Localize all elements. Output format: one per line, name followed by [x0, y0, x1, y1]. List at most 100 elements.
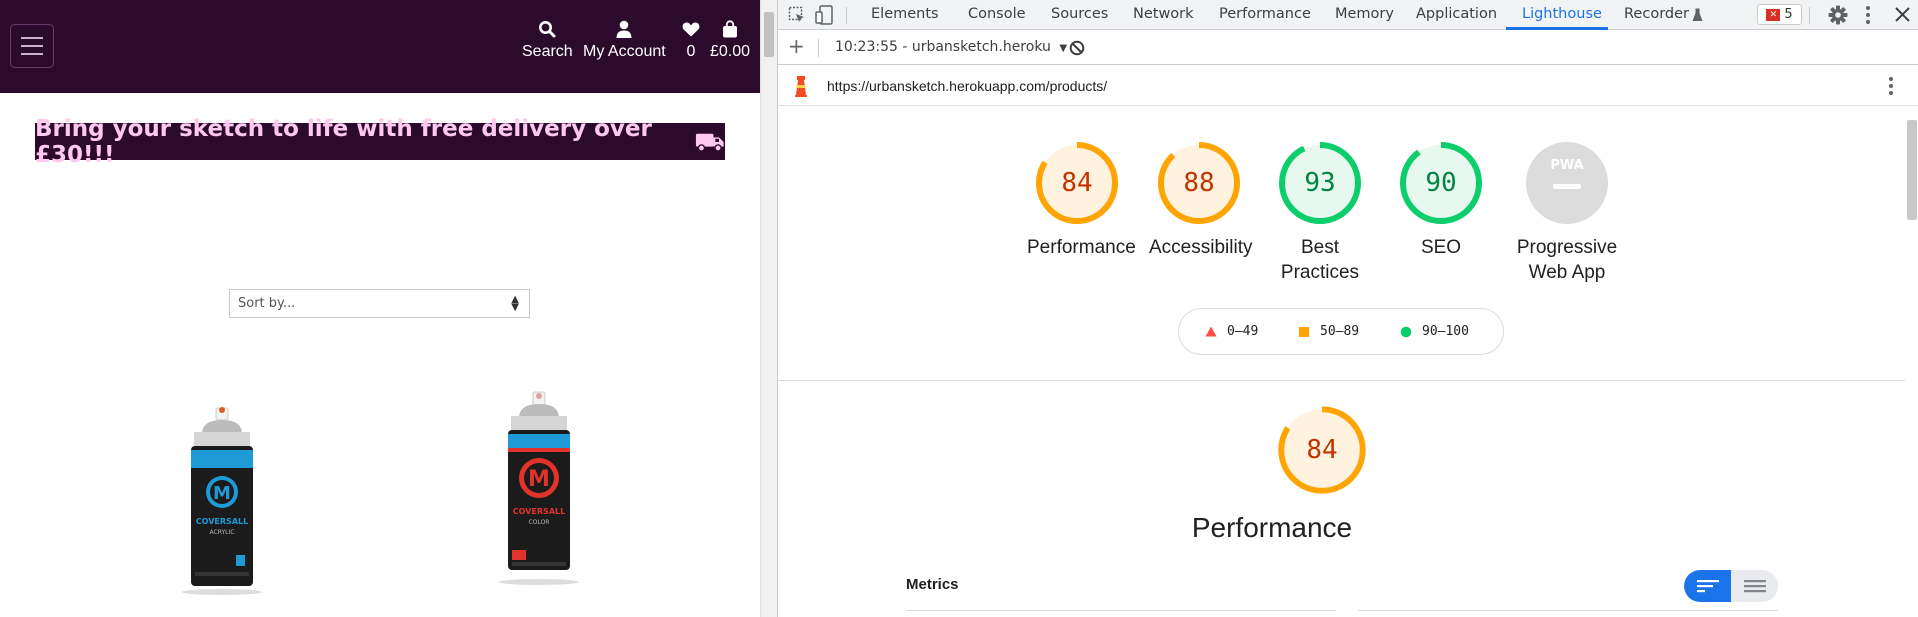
spray-can-image: M COVERSALL ACRYLIC — [182, 407, 262, 595]
gauge-score: 88 — [1183, 168, 1215, 198]
metrics-view-toggle[interactable] — [1684, 570, 1778, 602]
tab-performance[interactable]: Performance — [1219, 6, 1311, 22]
error-count: 5 — [1784, 7, 1793, 22]
section-gauge-performance: 84 — [1272, 405, 1372, 495]
report-select-value: 10:23:55 - urbansketch.heroku — [835, 39, 1051, 55]
bag-total: £0.00 — [710, 43, 751, 60]
product-variant-text: COLOR — [529, 519, 550, 526]
inspect-element-icon[interactable] — [788, 6, 806, 24]
report-scrollbar-thumb[interactable] — [1907, 120, 1917, 220]
sort-select-value: Sort by... — [238, 296, 296, 311]
product-brand-text: COVERSALL — [196, 517, 248, 526]
gauge-label: Performance — [1027, 237, 1136, 258]
toolbar-divider — [818, 39, 819, 57]
error-icon: ✕ — [1766, 8, 1781, 21]
gauge-label: Accessibility — [1149, 237, 1253, 258]
devtools-panel: Elements Console Sources Network Perform… — [777, 0, 1918, 617]
legend-item-fail: 0–49 — [1205, 324, 1258, 339]
tab-console[interactable]: Console — [968, 6, 1026, 22]
metrics-heading: Metrics — [906, 576, 959, 593]
report-scrollbar[interactable] — [1905, 107, 1918, 617]
menu-toggle-button[interactable] — [10, 24, 54, 68]
plus-icon[interactable]: + — [788, 34, 805, 58]
gauge-ring: 88 — [1157, 141, 1241, 225]
tab-sources[interactable]: Sources — [1051, 6, 1108, 22]
gauge-best-practices[interactable]: 93 Best Practices — [1270, 141, 1370, 285]
metric-row-divider — [906, 610, 1336, 611]
wishlist-link[interactable]: 0 — [682, 20, 700, 61]
lighthouse-toolbar: + 10:23:55 - urbansketch.heroku ▼ — [778, 31, 1918, 65]
triangle-icon — [1205, 326, 1217, 337]
compact-view-option[interactable] — [1684, 570, 1731, 602]
search-link[interactable]: Search — [522, 20, 573, 61]
delivery-truck-icon — [696, 133, 725, 152]
shopping-bag-link[interactable]: £0.00 — [710, 20, 750, 61]
spray-can-image: M COVERSALL COLOR — [499, 391, 579, 585]
flask-icon — [1692, 8, 1703, 21]
sort-caret-icon: ▲ ▼ — [511, 294, 519, 313]
square-icon — [1299, 326, 1309, 337]
report-url[interactable]: https://urbansketch.herokuapp.com/produc… — [827, 78, 1107, 94]
gauge-seo[interactable]: 90 SEO — [1391, 141, 1491, 260]
lighthouse-report: 84 Performance 88 Accessibility 93 Best … — [778, 107, 1918, 617]
metric-row-divider — [1358, 610, 1778, 611]
legend-range: 50–89 — [1320, 324, 1360, 339]
product-card[interactable]: M COVERSALL COLOR — [497, 390, 581, 594]
screen: Search My Account 0 £0.00 Bring your ske… — [0, 0, 1918, 617]
gauge-label: SEO — [1420, 237, 1462, 258]
tab-memory[interactable]: Memory — [1335, 6, 1394, 22]
pwa-badge-text: PWA — [1550, 158, 1583, 173]
gauge-performance[interactable]: 84 Performance — [1027, 141, 1136, 260]
tab-network[interactable]: Network — [1133, 6, 1194, 22]
hamburger-icon — [21, 37, 43, 39]
report-url-bar: https://urbansketch.herokuapp.com/produc… — [778, 66, 1918, 106]
gauge-ring: 93 — [1278, 141, 1362, 225]
shopping-bag-icon — [723, 20, 738, 38]
search-label: Search — [522, 43, 573, 60]
more-options-icon[interactable] — [1865, 5, 1871, 25]
devtools-tab-bar: Elements Console Sources Network Perform… — [778, 0, 1918, 30]
gauge-score: 93 — [1304, 168, 1336, 198]
legend-range: 90–100 — [1422, 324, 1469, 339]
report-select[interactable]: 10:23:55 - urbansketch.heroku ▼ — [835, 39, 1067, 55]
product-brand-text: COVERSALL — [513, 507, 565, 516]
gear-icon[interactable] — [1828, 5, 1848, 25]
device-toolbar-icon[interactable] — [815, 5, 833, 25]
more-options-icon[interactable] — [1888, 76, 1894, 96]
my-account-link[interactable]: My Account — [583, 20, 666, 61]
product-card[interactable]: M COVERSALL ACRYLIC — [180, 400, 264, 604]
gauge-accessibility[interactable]: 88 Accessibility — [1149, 141, 1253, 260]
website-pane: Search My Account 0 £0.00 Bring your ske… — [0, 0, 760, 617]
svg-text:M: M — [213, 483, 231, 504]
gauge-ring: 84 — [1277, 405, 1367, 495]
chevron-down-icon: ▼ — [1059, 43, 1068, 54]
product-variant-text: ACRYLIC — [210, 529, 235, 536]
toolbar-divider — [1809, 7, 1810, 24]
lines-long-icon[interactable] — [1744, 579, 1766, 593]
errors-badge[interactable]: ✕ 5 — [1757, 4, 1802, 25]
gauge-score: 90 — [1425, 168, 1457, 198]
tab-application[interactable]: Application — [1416, 6, 1497, 22]
gauge-pwa[interactable]: PWA Progressive Web App — [1512, 141, 1622, 285]
section-title: Performance — [1191, 512, 1353, 543]
gauge-ring: 90 — [1399, 141, 1483, 225]
wishlist-count: 0 — [686, 43, 696, 60]
sort-select[interactable]: Sort by... ▲ ▼ — [229, 289, 530, 318]
heart-icon — [682, 22, 700, 37]
active-tab-indicator — [1506, 27, 1608, 30]
gauge-label: Progressive Web App — [1516, 237, 1618, 283]
gauge-ring: PWA — [1525, 141, 1609, 225]
pwa-badge-icon: PWA — [1526, 142, 1608, 224]
lighthouse-icon — [795, 76, 807, 97]
gauge-label: Best Practices — [1280, 237, 1360, 283]
lines-short-icon — [1697, 580, 1719, 593]
gauge-ring: 84 — [1035, 141, 1119, 225]
gauge-score: 84 — [1306, 435, 1338, 465]
website-scrollbar-thumb[interactable] — [764, 12, 774, 57]
close-icon[interactable] — [1895, 7, 1910, 22]
tab-elements[interactable]: Elements — [871, 6, 939, 22]
clear-icon[interactable] — [1069, 40, 1085, 56]
tab-lighthouse[interactable]: Lighthouse — [1522, 6, 1602, 22]
tab-recorder[interactable]: Recorder — [1624, 6, 1689, 22]
website-scrollbar[interactable] — [760, 0, 777, 617]
